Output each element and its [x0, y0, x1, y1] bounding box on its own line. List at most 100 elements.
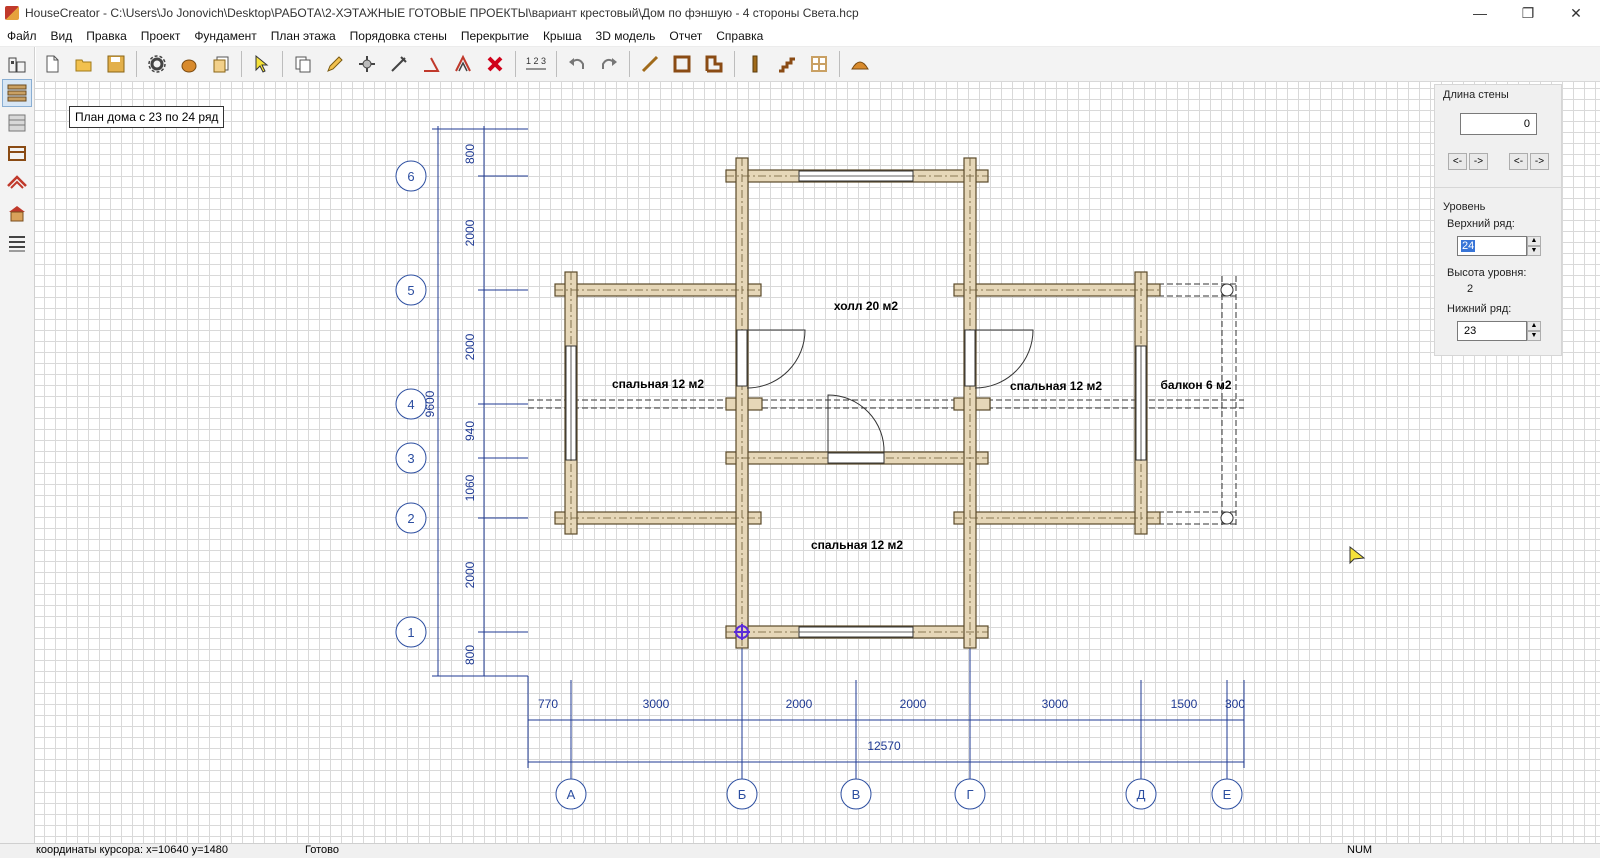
bottom-row-input[interactable]: 23 [1457, 321, 1527, 341]
properties-panel: Длина стены 0 <- -> <- -> Уровень Верхни… [1434, 84, 1562, 356]
list-button[interactable] [2, 229, 32, 257]
redo-button[interactable] [595, 50, 623, 78]
menu-floor-slab[interactable]: Перекрытие [454, 29, 536, 43]
pencil-button[interactable] [321, 50, 349, 78]
save-button[interactable] [102, 50, 130, 78]
toolbar-separator [515, 51, 516, 77]
toolbar-separator [629, 51, 630, 77]
menu-edit[interactable]: Правка [79, 29, 134, 43]
top-row-input[interactable]: 24 [1457, 236, 1527, 256]
restore-button[interactable]: ❐ [1504, 0, 1552, 26]
copy-button[interactable] [289, 50, 317, 78]
shape-wall-button[interactable] [700, 50, 728, 78]
select-tool-button[interactable] [248, 50, 276, 78]
move-icon [359, 56, 375, 72]
wall-left-start-button[interactable]: <- [1448, 153, 1467, 170]
menu-project[interactable]: Проект [134, 29, 188, 43]
numbering-button[interactable]: 1 2 3 [522, 50, 550, 78]
undo-button[interactable] [563, 50, 591, 78]
house-view-button[interactable] [2, 49, 32, 77]
pot-icon [181, 59, 197, 73]
level-height-value: 2 [1467, 283, 1474, 295]
rect-wall-button[interactable] [668, 50, 696, 78]
roof-button[interactable] [2, 169, 32, 197]
window-button[interactable] [805, 50, 833, 78]
menu-foundation[interactable]: Фундамент [187, 29, 263, 43]
menu-bar: Файл Вид Правка Проект Фундамент План эт… [0, 26, 1600, 47]
gear-icon [148, 55, 166, 73]
roof-icon [7, 175, 27, 189]
wall-length-label: Длина стены [1443, 89, 1509, 101]
dome-icon [851, 61, 869, 70]
menu-view[interactable]: Вид [44, 29, 80, 43]
menu-help[interactable]: Справка [709, 29, 770, 43]
wall-draw-button[interactable] [636, 50, 664, 78]
toolbar-separator [241, 51, 242, 77]
wall-right-start-button[interactable]: -> [1469, 153, 1488, 170]
menu-roof[interactable]: Крыша [536, 29, 589, 43]
status-ready: Готово [305, 844, 339, 856]
open-file-button[interactable] [70, 50, 98, 78]
house-icon [9, 206, 25, 222]
furniture-button[interactable] [2, 139, 32, 167]
bottom-row-label: Нижний ряд: [1447, 303, 1512, 315]
house-3d-button[interactable] [2, 199, 32, 227]
drawing-canvas[interactable] [35, 82, 1600, 843]
angle-button[interactable] [417, 50, 445, 78]
bottom-row-spin-up[interactable]: ▲ [1527, 321, 1541, 331]
top-row-spin-up[interactable]: ▲ [1527, 236, 1541, 246]
bottom-row-spin-down[interactable]: ▼ [1527, 331, 1541, 341]
app-logo-icon [5, 6, 19, 20]
measure-button[interactable] [385, 50, 413, 78]
post-icon [752, 55, 758, 73]
wall-right-end-button[interactable]: -> [1530, 153, 1549, 170]
window-icon [811, 56, 827, 72]
angle-icon [424, 57, 440, 72]
new-file-icon [46, 55, 59, 73]
delete-button[interactable] [481, 50, 509, 78]
new-file-button[interactable] [38, 50, 66, 78]
numbering-icon: 1 2 3 [526, 56, 546, 70]
undo-icon [569, 58, 584, 69]
toolbar-separator [839, 51, 840, 77]
wall-length-input[interactable]: 0 [1460, 113, 1537, 135]
copy-icon [295, 56, 311, 73]
title-bar: HouseCreator - C:\Users\Jo Jonovich\Desk… [0, 0, 1600, 26]
pages-icon [213, 56, 229, 73]
cursor-icon [255, 54, 269, 73]
logs-layer-button[interactable] [2, 79, 32, 107]
top-row-label: Верхний ряд: [1447, 218, 1515, 230]
delete-x-icon [487, 56, 503, 72]
menu-3d-model[interactable]: 3D модель [589, 29, 663, 43]
list-icon [9, 236, 25, 252]
line-icon [641, 55, 659, 73]
menu-report[interactable]: Отчет [662, 29, 709, 43]
menu-floor-plan[interactable]: План этажа [264, 29, 343, 43]
copy-pages-button[interactable] [207, 50, 235, 78]
wall-view-button[interactable] [2, 109, 32, 137]
settings-button[interactable] [143, 50, 171, 78]
redo-icon [602, 58, 617, 69]
close-button[interactable]: ✕ [1552, 0, 1600, 26]
menu-file[interactable]: Файл [0, 29, 44, 43]
toolbar-separator [556, 51, 557, 77]
top-row-spin-down[interactable]: ▼ [1527, 246, 1541, 256]
wall-grid-icon [8, 114, 26, 132]
wall-left-end-button[interactable]: <- [1509, 153, 1528, 170]
num-lock-indicator: NUM [1347, 844, 1373, 856]
level-label: Уровень [1443, 201, 1486, 213]
minimize-button[interactable]: — [1456, 0, 1504, 26]
svg-text:1 2 3: 1 2 3 [526, 56, 546, 66]
menu-wall-layout[interactable]: Порядовка стены [343, 29, 454, 43]
measure-icon [391, 56, 407, 72]
post-button[interactable] [741, 50, 769, 78]
move-button[interactable] [353, 50, 381, 78]
stairs-button[interactable] [773, 50, 801, 78]
log-stack-icon [7, 84, 27, 102]
window-title: HouseCreator - C:\Users\Jo Jonovich\Desk… [25, 6, 859, 20]
level-height-label: Высота уровня: [1447, 267, 1527, 279]
foundation-button[interactable] [175, 50, 203, 78]
dome-button[interactable] [846, 50, 874, 78]
pencil-icon [327, 56, 343, 72]
arch-button[interactable] [449, 50, 477, 78]
